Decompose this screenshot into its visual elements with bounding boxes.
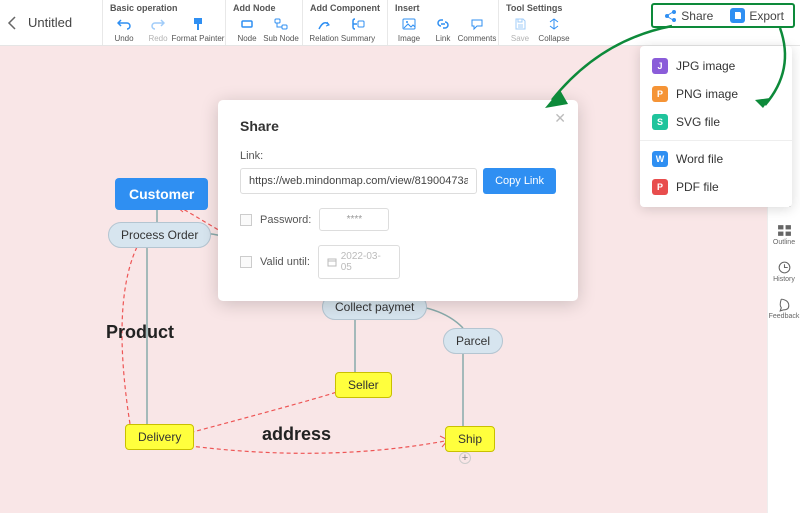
node-button[interactable]: Node <box>230 16 264 43</box>
password-checkbox[interactable] <box>240 214 252 226</box>
node-ship[interactable]: Ship <box>445 426 495 452</box>
menu-divider <box>640 140 792 141</box>
sub-node-icon <box>274 17 288 31</box>
side-outline-button[interactable]: Outline <box>773 223 795 246</box>
valid-until-field[interactable]: 2022-03-05 <box>318 245 400 279</box>
group-tool-settings: Tool Settings Save Collapse <box>498 0 575 45</box>
redo-icon <box>151 18 165 30</box>
export-button[interactable]: Export <box>724 6 790 25</box>
export-icon <box>730 8 745 23</box>
valid-until-checkbox[interactable] <box>240 256 252 268</box>
dialog-close-button[interactable]: ✕ <box>554 110 566 127</box>
expand-handle[interactable]: + <box>459 452 471 464</box>
summary-icon <box>351 17 365 31</box>
svg-icon: S <box>652 114 668 130</box>
back-button[interactable] <box>0 0 24 45</box>
link-icon <box>436 17 450 31</box>
copy-link-button[interactable]: Copy Link <box>483 168 556 194</box>
valid-until-label: Valid until: <box>260 256 310 268</box>
undo-icon <box>117 18 131 30</box>
jpg-icon: J <box>652 58 668 74</box>
undo-button[interactable]: Undo <box>107 16 141 43</box>
word-icon: W <box>652 151 668 167</box>
export-word[interactable]: WWord file <box>640 145 792 173</box>
feedback-icon <box>777 297 792 312</box>
export-pdf[interactable]: PPDF file <box>640 173 792 201</box>
export-menu: JJPG image PPNG image SSVG file WWord fi… <box>640 46 792 207</box>
export-jpg[interactable]: JJPG image <box>640 52 792 80</box>
node-customer[interactable]: Customer <box>115 178 208 210</box>
sub-node-button[interactable]: Sub Node <box>264 16 298 43</box>
document-title[interactable]: Untitled <box>24 0 102 45</box>
collapse-icon <box>547 17 561 31</box>
relation-label-address[interactable]: address <box>262 424 331 445</box>
png-icon: P <box>652 86 668 102</box>
chevron-left-icon <box>7 16 17 30</box>
top-toolbar: Untitled Basic operation Undo Redo Forma… <box>0 0 800 46</box>
history-icon <box>777 260 792 275</box>
comments-button[interactable]: Comments <box>460 16 494 43</box>
share-icon <box>662 8 677 23</box>
group-basic: Basic operation Undo Redo Format Painter <box>102 0 225 45</box>
topright-actions: Share Export <box>651 3 795 28</box>
node-parcel[interactable]: Parcel <box>443 328 503 354</box>
image-button[interactable]: Image <box>392 16 426 43</box>
relation-button[interactable]: Relation <box>307 16 341 43</box>
node-delivery[interactable]: Delivery <box>125 424 194 450</box>
save-button[interactable]: Save <box>503 16 537 43</box>
node-process-order[interactable]: Process Order <box>108 222 211 248</box>
link-input[interactable] <box>240 168 477 194</box>
password-label: Password: <box>260 214 311 226</box>
relation-icon <box>317 17 331 31</box>
node-seller[interactable]: Seller <box>335 372 392 398</box>
save-icon <box>513 17 527 31</box>
export-png[interactable]: PPNG image <box>640 80 792 108</box>
link-label: Link: <box>240 150 556 162</box>
redo-button[interactable]: Redo <box>141 16 175 43</box>
summary-button[interactable]: Summary <box>341 16 375 43</box>
side-feedback-button[interactable]: Feedback <box>769 297 800 320</box>
password-field[interactable]: **** <box>319 208 389 231</box>
comments-icon <box>470 17 484 31</box>
calendar-icon <box>327 257 337 267</box>
collapse-button[interactable]: Collapse <box>537 16 571 43</box>
dialog-title: Share <box>240 118 556 134</box>
share-dialog: Share ✕ Link: Copy Link Password: **** V… <box>218 100 578 301</box>
image-icon <box>402 17 416 31</box>
export-svg[interactable]: SSVG file <box>640 108 792 136</box>
group-insert: Insert Image Link Comments <box>387 0 498 45</box>
share-button[interactable]: Share <box>656 6 719 25</box>
node-icon <box>240 17 254 31</box>
group-add-node: Add Node Node Sub Node <box>225 0 302 45</box>
outline-icon <box>777 223 792 238</box>
format-painter-button[interactable]: Format Painter <box>175 16 221 43</box>
relation-label-product[interactable]: Product <box>106 322 174 343</box>
format-painter-icon <box>191 17 205 31</box>
group-add-component: Add Component Relation Summary <box>302 0 387 45</box>
link-button[interactable]: Link <box>426 16 460 43</box>
side-history-button[interactable]: History <box>773 260 795 283</box>
pdf-icon: P <box>652 179 668 195</box>
